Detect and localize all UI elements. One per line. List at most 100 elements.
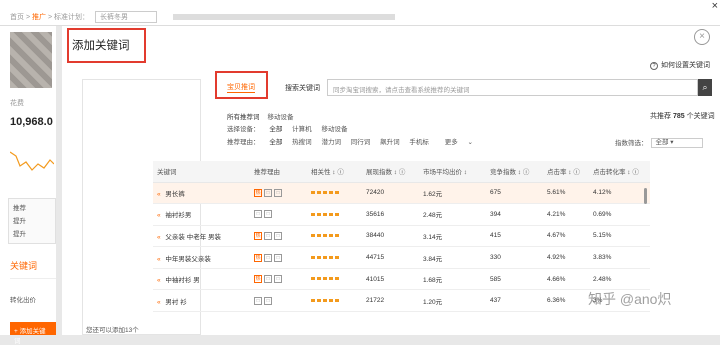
top-bar: 首页 > 推广 > 标准计划： 长裤冬男 × [0, 0, 720, 26]
dialog-title: 添加关键词 [67, 28, 146, 63]
col-reason: 推荐理由 [250, 161, 307, 183]
divider [10, 278, 56, 279]
filter-row-reason: 推荐理由： 全部 热搜词 潜力词 同行词 飙升词 手机标 更多 ⌄ [227, 139, 473, 146]
device-mobile[interactable]: 移动设备 [321, 126, 347, 133]
relevance-bar [311, 277, 340, 281]
hot-tag-icon: 热 [254, 253, 262, 262]
breadcrumb-home[interactable]: 首页 [10, 14, 24, 21]
avg-bid-cell: 3.14元 [419, 225, 486, 248]
reason-all[interactable]: 全部 [269, 139, 282, 146]
device-icon: □ [274, 275, 282, 284]
search-input[interactable]: 同步淘宝词搜索，请点击查看系统推荐的关键词 [327, 79, 698, 96]
scrollbar-thumb[interactable] [644, 188, 647, 204]
tip-item[interactable]: 推荐 [13, 202, 55, 212]
table-row[interactable]: « 袖衬衫男 □ □ 35616 2.48元 394 4.21% 0.69% [153, 203, 650, 226]
tab-search-keyword[interactable]: 搜索关键词 [285, 83, 320, 93]
add-arrow-icon[interactable]: « [157, 234, 162, 241]
add-arrow-icon[interactable]: « [157, 191, 162, 198]
competition-cell: 415 [486, 225, 543, 248]
competition-cell: 675 [486, 182, 543, 205]
filter-all-recommended[interactable]: 所有推荐词 [227, 114, 260, 121]
cvr-cell: 3.83% [589, 246, 650, 269]
col-impressions[interactable]: 展现指数 ↕ ⓘ [362, 161, 419, 183]
close-icon[interactable]: × [712, 0, 718, 12]
help-link[interactable]: ? 如何设置关键词 [650, 60, 710, 70]
ctr-cell: 4.67% [543, 225, 589, 248]
avg-bid-cell: 1.62元 [419, 182, 486, 205]
impressions-cell: 44715 [362, 246, 419, 269]
close-icon[interactable]: × [694, 29, 710, 45]
blurred-text [172, 14, 395, 21]
col-ctr[interactable]: 点击率 ↕ ⓘ [543, 161, 589, 183]
plan-select[interactable]: 长裤冬男 [94, 11, 157, 23]
index-filter: 指数筛选： 全部 ▾ [615, 137, 703, 149]
col-competition[interactable]: 竞争指数 ↕ ⓘ [486, 161, 543, 183]
filter-row-scope: 所有推荐词 移动设备 [227, 111, 302, 121]
keyword-table: 关键词 推荐理由 相关性 ↕ ⓘ 展现指数 ↕ ⓘ 市场平均出价 ↕ 竞争指数 … [153, 161, 650, 313]
relevance-cell [307, 268, 362, 291]
tip-item[interactable]: 提升 [13, 228, 55, 238]
add-arrow-icon[interactable]: « [157, 277, 162, 284]
reason-hot[interactable]: 热搜词 [292, 139, 312, 146]
reason-rising[interactable]: 飙升词 [380, 139, 400, 146]
ctr-cell: 4.21% [543, 203, 589, 226]
keyword-cell[interactable]: « 父亲装 中老年 男装 [153, 225, 250, 248]
keyword-section-title: 关键词 [10, 261, 38, 271]
watermark: 知乎 @ano炽 [588, 291, 672, 307]
total-count: 共推荐 785 个关键词 [650, 113, 715, 120]
relevance-cell [307, 182, 362, 205]
relevance-bar [311, 191, 340, 195]
device-all[interactable]: 全部 [269, 126, 282, 133]
keyword-cell[interactable]: « 中年男装父亲装 [153, 246, 250, 269]
competition-cell: 394 [486, 203, 543, 226]
col-cvr[interactable]: 点击转化率 ↕ ⓘ [589, 161, 650, 183]
filter-mobile[interactable]: 移动设备 [268, 114, 294, 121]
col-avg-bid[interactable]: 市场平均出价 ↕ [419, 161, 486, 183]
relevance-cell [307, 225, 362, 248]
add-keyword-button[interactable]: + 添加关键词 [10, 322, 56, 345]
tab-recommended[interactable]: 宝贝推词 [215, 71, 268, 99]
impressions-cell: 38440 [362, 225, 419, 248]
flow-label: 花费 [10, 100, 24, 107]
competition-cell: 585 [486, 268, 543, 291]
reason-potential[interactable]: 潜力词 [321, 139, 341, 146]
magnifier-icon[interactable]: ⌕ [698, 79, 712, 96]
add-arrow-icon[interactable]: « [157, 256, 162, 263]
keyword-cell[interactable]: « 中袖衬衫 男 [153, 268, 250, 291]
relevance-cell [307, 246, 362, 269]
reason-peer[interactable]: 同行词 [351, 139, 371, 146]
reason-cell: 热 □ □ [250, 182, 307, 205]
keyword-cell[interactable]: « 男长裤 [153, 182, 250, 205]
table-row[interactable]: « 中袖衬衫 男热 □ □ 41015 1.68元 585 4.66% 2.48% [153, 268, 650, 291]
table-row[interactable]: « 中年男装父亲装热 □ □ 44715 3.84元 330 4.92% 3.83% [153, 246, 650, 269]
col-relevance[interactable]: 相关性 ↕ ⓘ [307, 161, 362, 183]
reason-cell: □ □ [250, 203, 307, 226]
device-icon: □ [274, 231, 282, 240]
impressions-cell: 72420 [362, 182, 419, 205]
breadcrumb-promo[interactable]: 推广 [32, 14, 46, 21]
plan-label: 标准计划： [54, 14, 89, 21]
device-icon: □ [264, 253, 272, 262]
filter-row-device: 选择设备： 全部 计算机 移动设备 [227, 126, 348, 133]
add-arrow-icon[interactable]: « [157, 212, 162, 219]
table-row[interactable]: « 父亲装 中老年 男装热 □ □ 38440 3.14元 415 4.67% 5.15% [153, 225, 650, 248]
tip-item[interactable]: 提升 [13, 215, 55, 225]
device-computer[interactable]: 计算机 [292, 126, 312, 133]
keyword-cell[interactable]: « 男衬 衫 [153, 289, 250, 313]
col-keyword: 关键词 [153, 161, 250, 183]
reason-phone[interactable]: 手机标 [409, 139, 429, 146]
table-row[interactable]: « 男衬 衫 □ □ 21722 1.20元 437 6.36% 3% [153, 289, 650, 313]
tips-box: 推荐 提升 提升 [8, 198, 56, 244]
cvr-cell: 0.69% [589, 203, 650, 226]
table-row[interactable]: « 男长裤热 □ □ 72420 1.62元 675 5.61% 4.12% [153, 182, 650, 205]
index-filter-select[interactable]: 全部 ▾ [650, 138, 703, 149]
ctr-cell: 5.61% [543, 182, 589, 205]
add-arrow-icon[interactable]: « [157, 299, 162, 306]
relevance-bar [311, 255, 340, 259]
reason-more[interactable]: 更多 ⌄ [445, 139, 473, 146]
remaining-count: 您还可以添加13个 [86, 327, 139, 334]
device-icon: □ [274, 253, 282, 262]
left-panel: 花费 10,968.0 推荐 提升 提升 关键词 转化出价 + 添加关键词 [0, 26, 56, 345]
keyword-cell[interactable]: « 袖衬衫男 [153, 203, 250, 226]
flow-value: 10,968.0 [10, 116, 53, 128]
